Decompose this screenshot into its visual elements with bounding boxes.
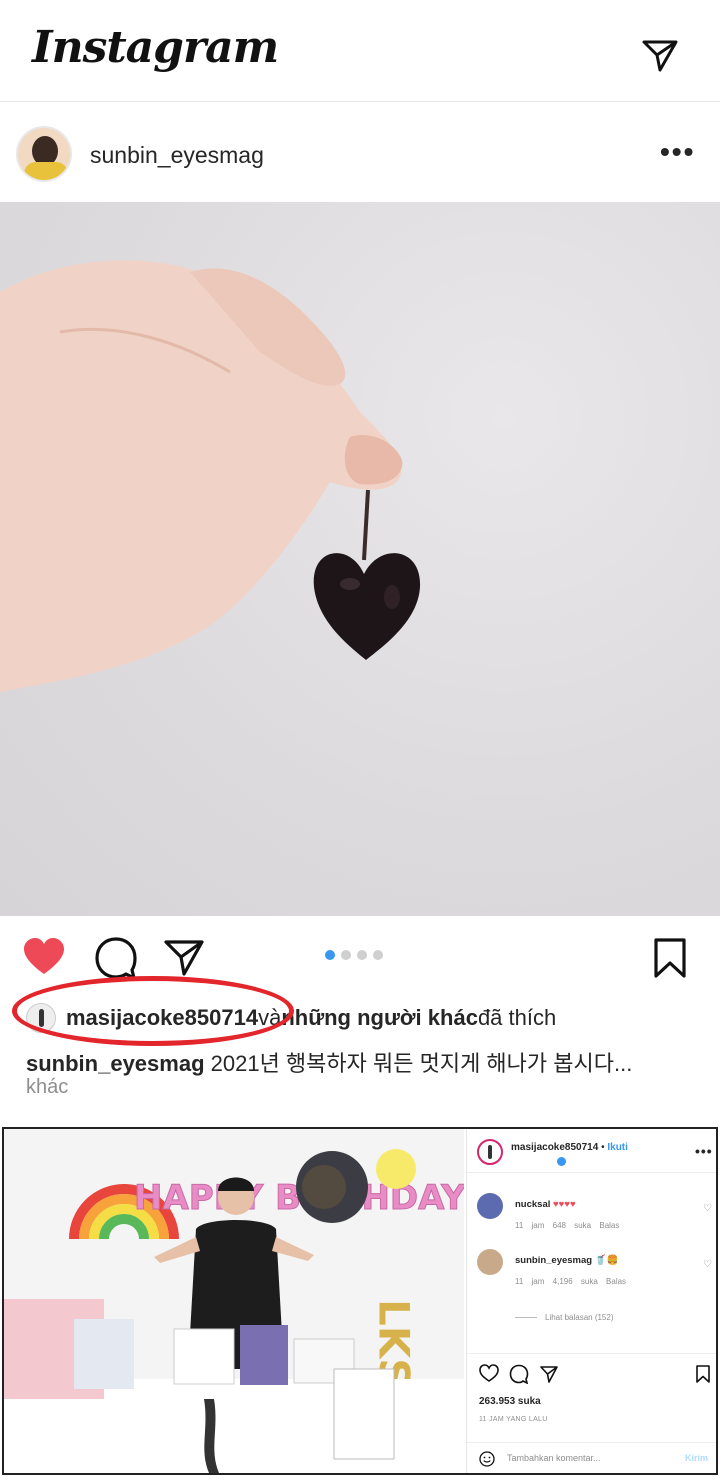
embedded-post-screenshot: HAPPY BIRTHDAY LKS masijacoke850714 • Ik… [2, 1127, 718, 1475]
comment-text-line: nucksal ♥♥♥♥ [515, 1199, 576, 1210]
embedded-comments-panel: masijacoke850714 • Ikuti ••• nucksal ♥♥♥… [466, 1129, 716, 1473]
embedded-username[interactable]: masijacoke850714 [511, 1142, 598, 1153]
comment-like-icon[interactable]: ♡ [703, 1203, 712, 1214]
post-username[interactable]: sunbin_eyesmag [90, 142, 264, 169]
comment-like-icon[interactable]: ♡ [703, 1259, 712, 1270]
comment-username[interactable]: nucksal [515, 1199, 550, 1210]
heart-icon[interactable] [479, 1364, 499, 1384]
verified-badge-icon [557, 1157, 566, 1166]
avatar[interactable] [477, 1193, 503, 1219]
comment-item: sunbin_eyesmag 🥤🍔 11 jam 4,196 suka Bala… [477, 1249, 713, 1299]
comment-text: ♥♥♥♥ [550, 1199, 576, 1210]
more-options-icon[interactable]: ••• [660, 138, 695, 166]
comment-likes[interactable]: 4,196 suka [553, 1277, 598, 1286]
instagram-logo[interactable]: Instagram [32, 22, 279, 73]
emoji-icon[interactable] [479, 1451, 495, 1467]
comment-item: nucksal ♥♥♥♥ 11 jam 648 suka Balas ♡ [477, 1193, 713, 1243]
bookmark-icon[interactable] [693, 1364, 713, 1384]
post-caption: sunbin_eyesmag 2021년 행복하자 뭐든 멋지게 해나가 봅시다… [26, 1046, 706, 1078]
share-icon[interactable] [162, 936, 206, 980]
comment-icon[interactable] [94, 936, 138, 980]
comment-icon[interactable] [509, 1364, 529, 1384]
more-caption-link[interactable]: khác [26, 1076, 68, 1099]
embedded-likes-count[interactable]: 263.953 suka [479, 1396, 541, 1407]
avatar[interactable] [477, 1139, 503, 1165]
comment-input[interactable]: Tambahkan komentar... [507, 1453, 601, 1463]
comment-username[interactable]: sunbin_eyesmag [515, 1255, 592, 1266]
embedded-username-line: masijacoke850714 • Ikuti [511, 1142, 628, 1153]
post-comment-button[interactable]: Kirim [685, 1453, 708, 1463]
embedded-header: masijacoke850714 • Ikuti ••• [467, 1129, 716, 1173]
carousel-dot[interactable] [357, 950, 367, 960]
avatar[interactable] [477, 1249, 503, 1275]
comment-text-line: sunbin_eyesmag 🥤🍔 [515, 1255, 618, 1266]
embedded-timestamp: 11 JAM YANG LALU [479, 1416, 548, 1423]
add-comment-bar: Tambahkan komentar... Kirim [467, 1442, 716, 1473]
comment-time: 11 jam [515, 1221, 545, 1230]
red-annotation-circle [12, 976, 294, 1046]
heart-icon[interactable] [22, 936, 66, 980]
comment-meta: 11 jam 4,196 suka Balas [515, 1277, 626, 1286]
birthday-party-image: HAPPY BIRTHDAY LKS [4, 1129, 464, 1473]
birthday-photo[interactable]: HAPPY BIRTHDAY LKS [4, 1129, 464, 1473]
reply-button[interactable]: Balas [599, 1221, 619, 1230]
more-options-icon[interactable]: ••• [695, 1143, 713, 1159]
carousel-dot[interactable] [373, 950, 383, 960]
direct-message-icon[interactable] [640, 36, 680, 76]
view-replies-link[interactable]: Lihat balasan (152) [515, 1313, 614, 1322]
follow-separator: • [598, 1142, 608, 1153]
post-header: sunbin_eyesmag ••• [0, 102, 720, 202]
reply-button[interactable]: Balas [606, 1277, 626, 1286]
carousel-indicator [325, 950, 383, 960]
likes-others-link[interactable]: những người khác [281, 1005, 478, 1031]
caption-text: 2021년 행복하자 뭐든 멋지게 해나가 봅시다... [204, 1051, 633, 1076]
top-bar: Instagram [0, 0, 720, 102]
likes-suffix: đã thích [477, 1005, 557, 1030]
comment-meta: 11 jam 648 suka Balas [515, 1221, 619, 1230]
share-icon[interactable] [539, 1364, 559, 1384]
carousel-dot[interactable] [341, 950, 351, 960]
avatar[interactable] [16, 126, 72, 182]
hand-holding-cherry-image [0, 260, 421, 692]
post-photo[interactable] [0, 202, 720, 916]
bookmark-icon[interactable] [648, 936, 692, 980]
follow-button[interactable]: Ikuti [607, 1142, 628, 1153]
embedded-actions: 263.953 suka 11 JAM YANG LALU Tambahkan … [467, 1353, 716, 1473]
comment-likes[interactable]: 648 suka [553, 1221, 591, 1230]
carousel-dot[interactable] [325, 950, 335, 960]
comment-time: 11 jam [515, 1277, 545, 1286]
caption-username[interactable]: sunbin_eyesmag [26, 1051, 205, 1076]
comment-text: 🥤🍔 [592, 1255, 619, 1266]
